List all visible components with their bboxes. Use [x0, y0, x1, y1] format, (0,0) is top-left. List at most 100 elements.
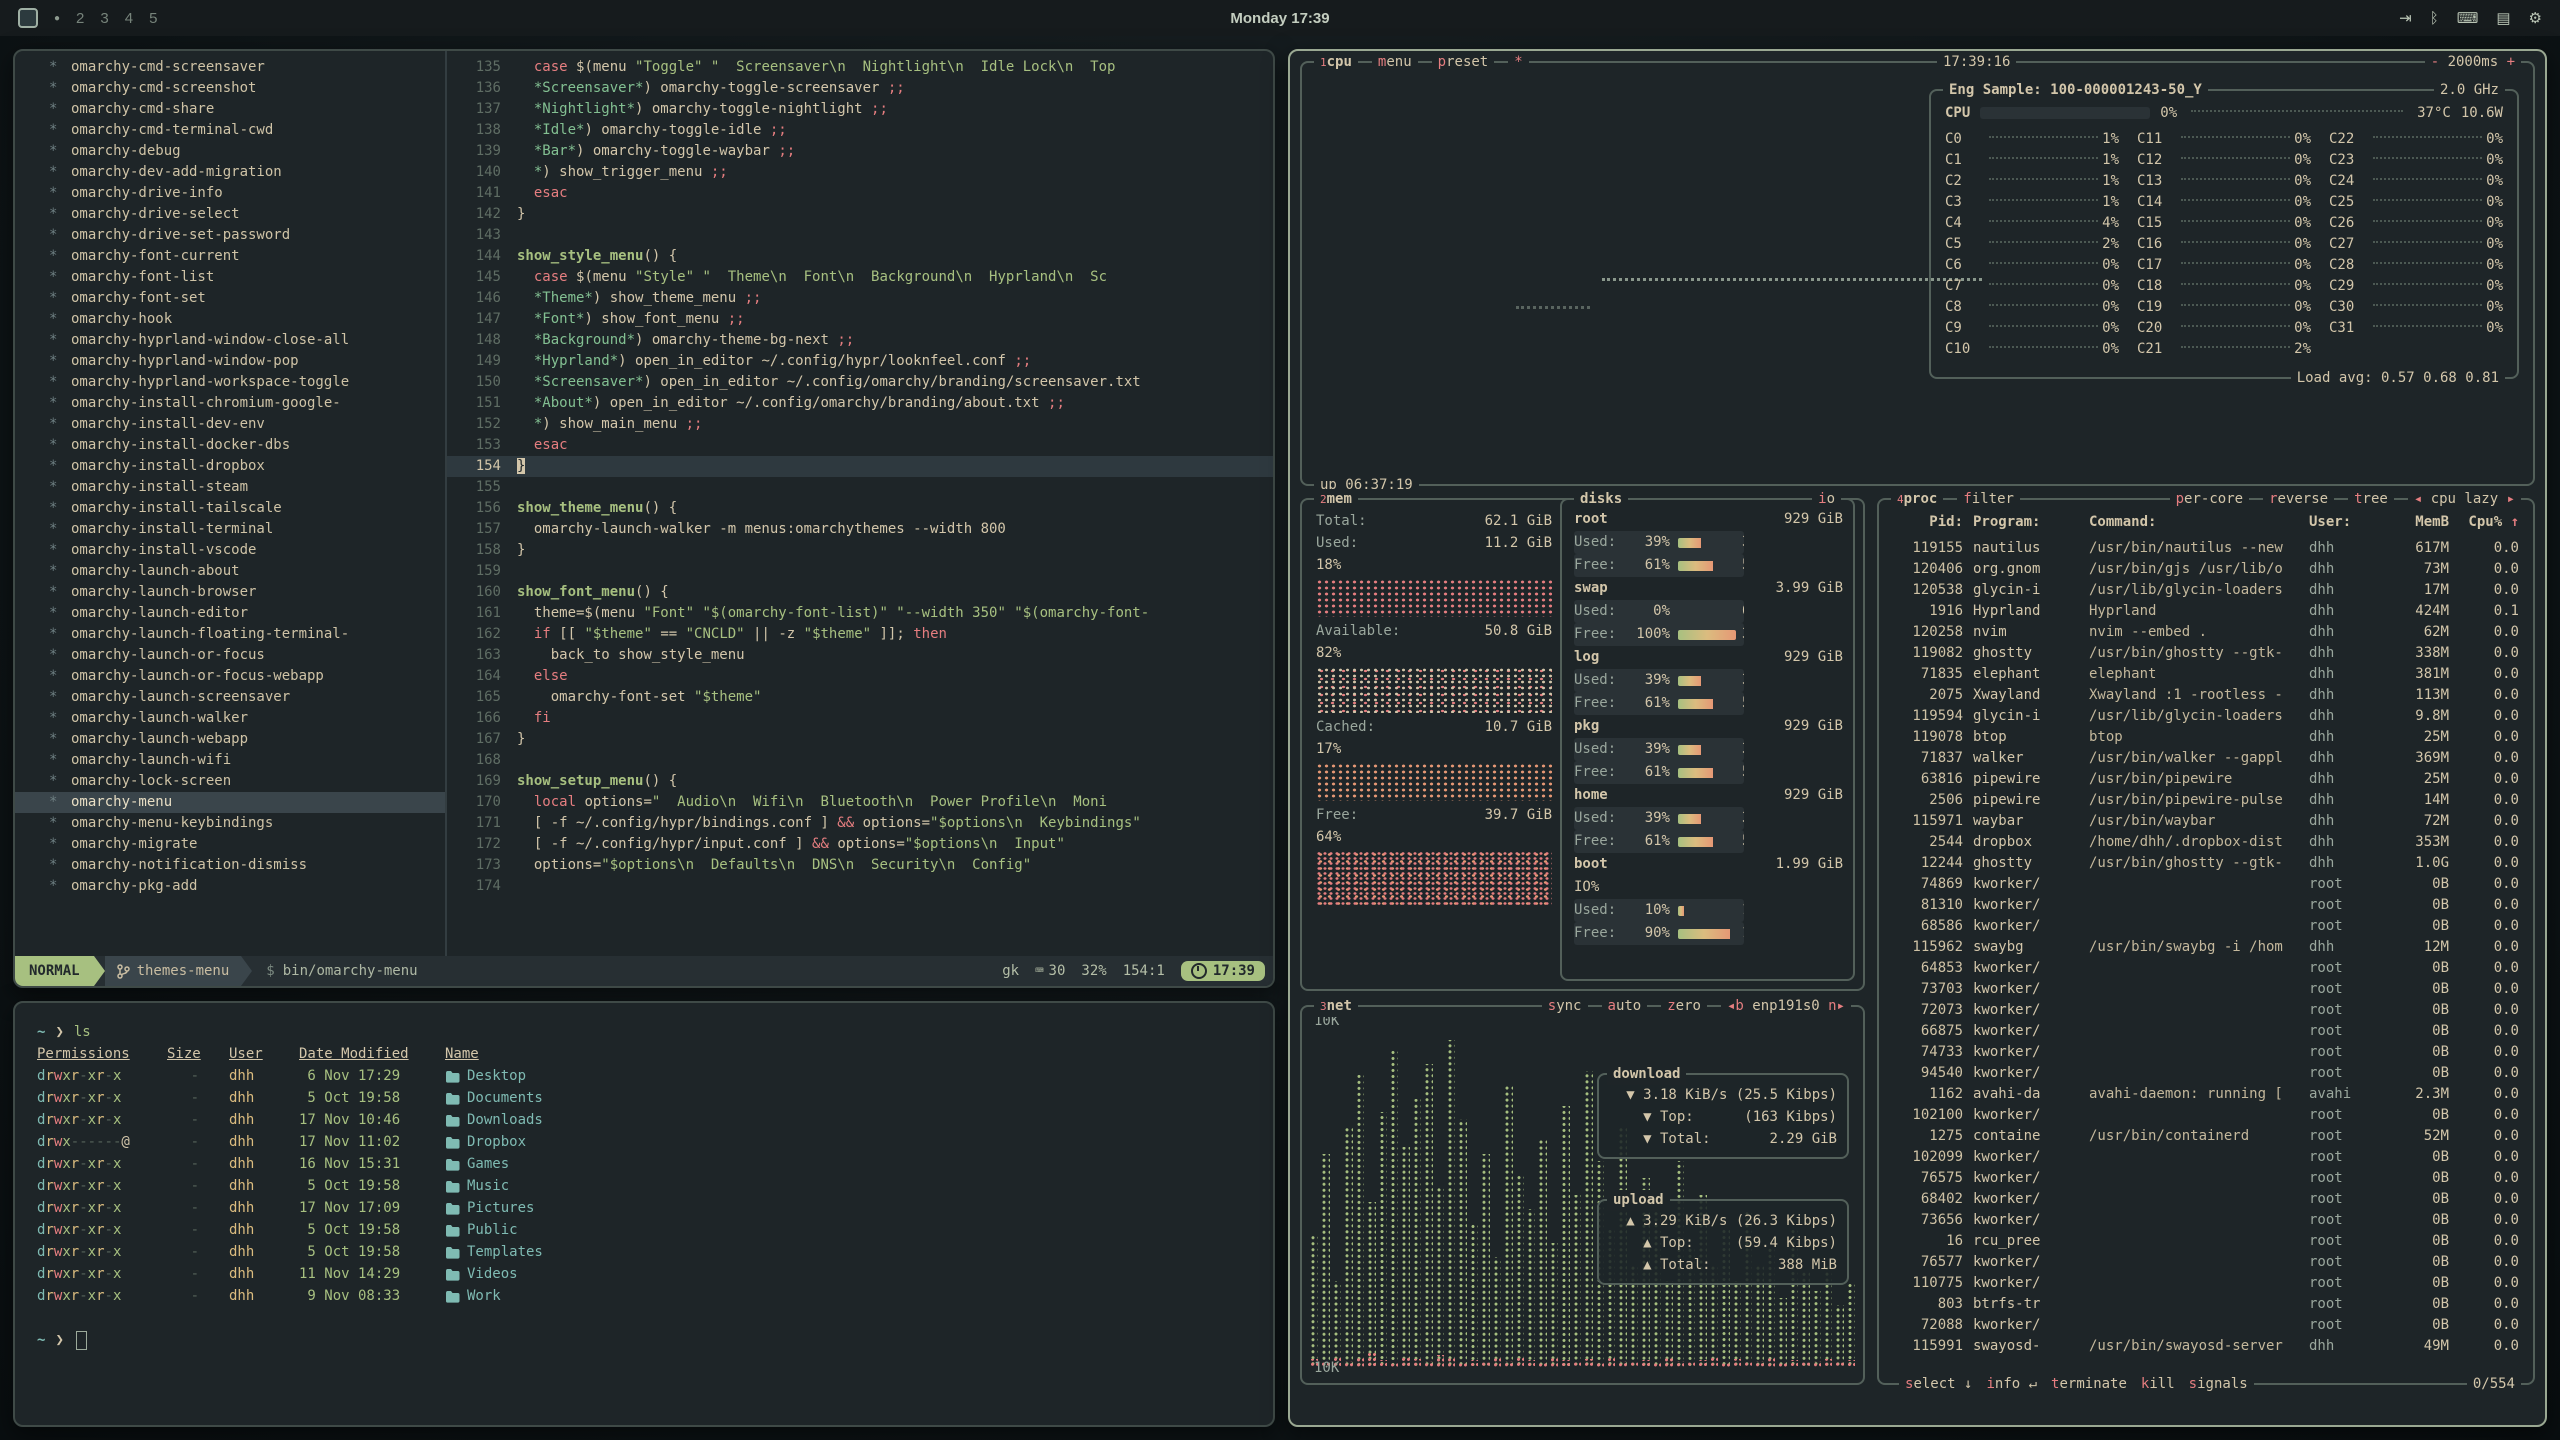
file-item[interactable]: *omarchy-install-vscode — [15, 540, 445, 561]
file-item[interactable]: *omarchy-hyprland-window-close-all — [15, 330, 445, 351]
net-panel-title[interactable]: 3net — [1314, 996, 1358, 1017]
cpu-panel-title[interactable]: 1cpu — [1314, 52, 1358, 73]
file-item[interactable]: *omarchy-launch-wifi — [15, 750, 445, 771]
process-row[interactable]: 72073 kworker/ root 0B 0.0 — [1891, 1000, 2519, 1021]
code-line[interactable]: 171 [ -f ~/.config/hypr/bindings.conf ] … — [447, 813, 1273, 834]
process-row[interactable]: 803 btrfs-tr root 0B 0.0 — [1891, 1294, 2519, 1315]
screencast-icon[interactable]: ⇥ — [2399, 9, 2412, 27]
process-row[interactable]: 68586 kworker/ root 0B 0.0 — [1891, 916, 2519, 937]
code-line[interactable]: 137 *Nightlight*) omarchy-toggle-nightli… — [447, 99, 1273, 120]
bluetooth-icon[interactable]: ᛒ — [2430, 10, 2439, 27]
code-line[interactable]: 151 *About*) open_in_editor ~/.config/om… — [447, 393, 1273, 414]
mem-panel-title[interactable]: 2mem — [1314, 489, 1358, 510]
file-item[interactable]: *omarchy-launch-walker — [15, 708, 445, 729]
file-item[interactable]: *omarchy-menu-keybindings — [15, 813, 445, 834]
file-item[interactable]: *omarchy-install-terminal — [15, 519, 445, 540]
process-row[interactable]: 76577 kworker/ root 0B 0.0 — [1891, 1252, 2519, 1273]
process-row[interactable]: 74733 kworker/ root 0B 0.0 — [1891, 1042, 2519, 1063]
file-item[interactable]: *omarchy-launch-or-focus-webapp — [15, 666, 445, 687]
net-zero-toggle[interactable]: zero — [1661, 996, 1707, 1017]
workspace-dot-icon[interactable]: ● — [54, 13, 60, 24]
file-item[interactable]: *omarchy-launch-floating-terminal- — [15, 624, 445, 645]
process-row[interactable]: 102100 kworker/ root 0B 0.0 — [1891, 1105, 2519, 1126]
file-item[interactable]: *omarchy-migrate — [15, 834, 445, 855]
code-line[interactable]: 148 *Background*) omarchy-theme-bg-next … — [447, 330, 1273, 351]
file-item[interactable]: *omarchy-install-chromium-google- — [15, 393, 445, 414]
file-item[interactable]: *omarchy-dev-add-migration — [15, 162, 445, 183]
code-line[interactable]: 174 — [447, 876, 1273, 897]
net-auto-toggle[interactable]: auto — [1602, 996, 1648, 1017]
proc-filter-button[interactable]: filter — [1957, 489, 2020, 510]
process-row[interactable]: 71835 elephant elephant dhh 381M 0.0 — [1891, 664, 2519, 685]
process-row[interactable]: 16 rcu_pree root 0B 0.0 — [1891, 1231, 2519, 1252]
process-row[interactable]: 115971 waybar /usr/bin/waybar dhh 72M 0.… — [1891, 811, 2519, 832]
code-line[interactable]: 143 — [447, 225, 1273, 246]
file-item[interactable]: *omarchy-install-dev-env — [15, 414, 445, 435]
file-item[interactable]: *omarchy-launch-or-focus — [15, 645, 445, 666]
process-row[interactable]: 120258 nvim nvim --embed . dhh 62M 0.0 — [1891, 622, 2519, 643]
file-item[interactable]: *omarchy-launch-webapp — [15, 729, 445, 750]
preset-button[interactable]: preset — [1432, 52, 1495, 73]
code-line[interactable]: 159 — [447, 561, 1273, 582]
process-row[interactable]: 1916 Hyprland Hyprland dhh 424M 0.1 — [1891, 601, 2519, 622]
settings-icon[interactable]: ⚙ — [2529, 9, 2542, 27]
process-row[interactable]: 2075 Xwayland Xwayland :1 -rootless - dh… — [1891, 685, 2519, 706]
file-item[interactable]: *omarchy-launch-about — [15, 561, 445, 582]
terminal-cursor[interactable] — [76, 1331, 87, 1350]
code-line[interactable]: 163 back_to show_style_menu — [447, 645, 1273, 666]
code-line[interactable]: 146 *Theme*) show_theme_menu ;; — [447, 288, 1273, 309]
code-line[interactable]: 169show_setup_menu() { — [447, 771, 1273, 792]
workspace-button[interactable]: 2 — [76, 10, 84, 27]
code-line[interactable]: 147 *Font*) show_font_menu ;; — [447, 309, 1273, 330]
file-item[interactable]: *omarchy-drive-set-password — [15, 225, 445, 246]
code-line[interactable]: 149 *Hyprland*) open_in_editor ~/.config… — [447, 351, 1273, 372]
file-item[interactable]: *omarchy-hook — [15, 309, 445, 330]
file-item[interactable]: *omarchy-drive-select — [15, 204, 445, 225]
code-line[interactable]: 164 else — [447, 666, 1273, 687]
file-item[interactable]: *omarchy-font-list — [15, 267, 445, 288]
code-line[interactable]: 172 [ -f ~/.config/hypr/input.conf ] && … — [447, 834, 1273, 855]
process-row[interactable]: 73703 kworker/ root 0B 0.0 — [1891, 979, 2519, 1000]
code-line[interactable]: 140 *) show_trigger_menu ;; — [447, 162, 1273, 183]
col-cpu[interactable]: Cpu% ↑ — [2459, 512, 2519, 533]
file-item[interactable]: *omarchy-launch-browser — [15, 582, 445, 603]
code-line[interactable]: 170 local options=" Audio\n Wifi\n Bluet… — [447, 792, 1273, 813]
code-line[interactable]: 166 fi — [447, 708, 1273, 729]
process-row[interactable]: 119155 nautilus /usr/bin/nautilus --new … — [1891, 538, 2519, 559]
process-row[interactable]: 119594 glycin-i /usr/lib/glycin-loaders … — [1891, 706, 2519, 727]
code-line[interactable]: 156show_theme_menu() { — [447, 498, 1273, 519]
code-line[interactable]: 138 *Idle*) omarchy-toggle-idle ;; — [447, 120, 1273, 141]
process-row[interactable]: 2544 dropbox /home/dhh/.dropbox-dist dhh… — [1891, 832, 2519, 853]
file-item[interactable]: *omarchy-cmd-screensaver — [15, 57, 445, 78]
process-row[interactable]: 1162 avahi-da avahi-daemon: running [ av… — [1891, 1084, 2519, 1105]
file-item[interactable]: *omarchy-cmd-terminal-cwd — [15, 120, 445, 141]
code-line[interactable]: 141 esac — [447, 183, 1273, 204]
code-line[interactable]: 136 *Screensaver*) omarchy-toggle-screen… — [447, 78, 1273, 99]
update-interval-control[interactable]: - 2000ms + — [2425, 52, 2521, 73]
process-row[interactable]: 102099 kworker/ root 0B 0.0 — [1891, 1147, 2519, 1168]
code-line[interactable]: 157 omarchy-launch-walker -m menus:omarc… — [447, 519, 1273, 540]
active-workspace-icon[interactable] — [18, 8, 38, 28]
process-row[interactable]: 115991 swayosd- /usr/bin/swayosd-server … — [1891, 1336, 2519, 1357]
code-line[interactable]: 144show_style_menu() { — [447, 246, 1273, 267]
file-item[interactable]: *omarchy-drive-info — [15, 183, 445, 204]
code-line[interactable]: 150 *Screensaver*) open_in_editor ~/.con… — [447, 372, 1273, 393]
process-row[interactable]: 63816 pipewire /usr/bin/pipewire dhh 25M… — [1891, 769, 2519, 790]
code-line[interactable]: 154} — [447, 456, 1273, 477]
file-item[interactable]: *omarchy-cmd-share — [15, 99, 445, 120]
proc-sort-switcher[interactable]: ◂ cpu lazy ▸ — [2408, 489, 2521, 510]
process-row[interactable]: 72088 kworker/ root 0B 0.0 — [1891, 1315, 2519, 1336]
file-item[interactable]: *omarchy-notification-dismiss — [15, 855, 445, 876]
prompt-line-active[interactable]: ~ ❯ — [37, 1329, 1251, 1351]
tree-toggle[interactable]: tree — [2348, 489, 2394, 510]
code-line[interactable]: 165 omarchy-font-set "$theme" — [447, 687, 1273, 708]
file-item[interactable]: *omarchy-menu — [15, 792, 445, 813]
code-line[interactable]: 155 — [447, 477, 1273, 498]
process-row[interactable]: 1275 containe /usr/bin/containerd root 5… — [1891, 1126, 2519, 1147]
file-item[interactable]: *omarchy-hyprland-window-pop — [15, 351, 445, 372]
workspace-button[interactable]: 3 — [100, 10, 108, 27]
process-row[interactable]: 66875 kworker/ root 0B 0.0 — [1891, 1021, 2519, 1042]
keyboard-icon[interactable]: ⌨ — [2457, 9, 2479, 27]
display-icon[interactable]: ▤ — [2496, 9, 2510, 27]
process-row[interactable]: 110775 kworker/ root 0B 0.0 — [1891, 1273, 2519, 1294]
